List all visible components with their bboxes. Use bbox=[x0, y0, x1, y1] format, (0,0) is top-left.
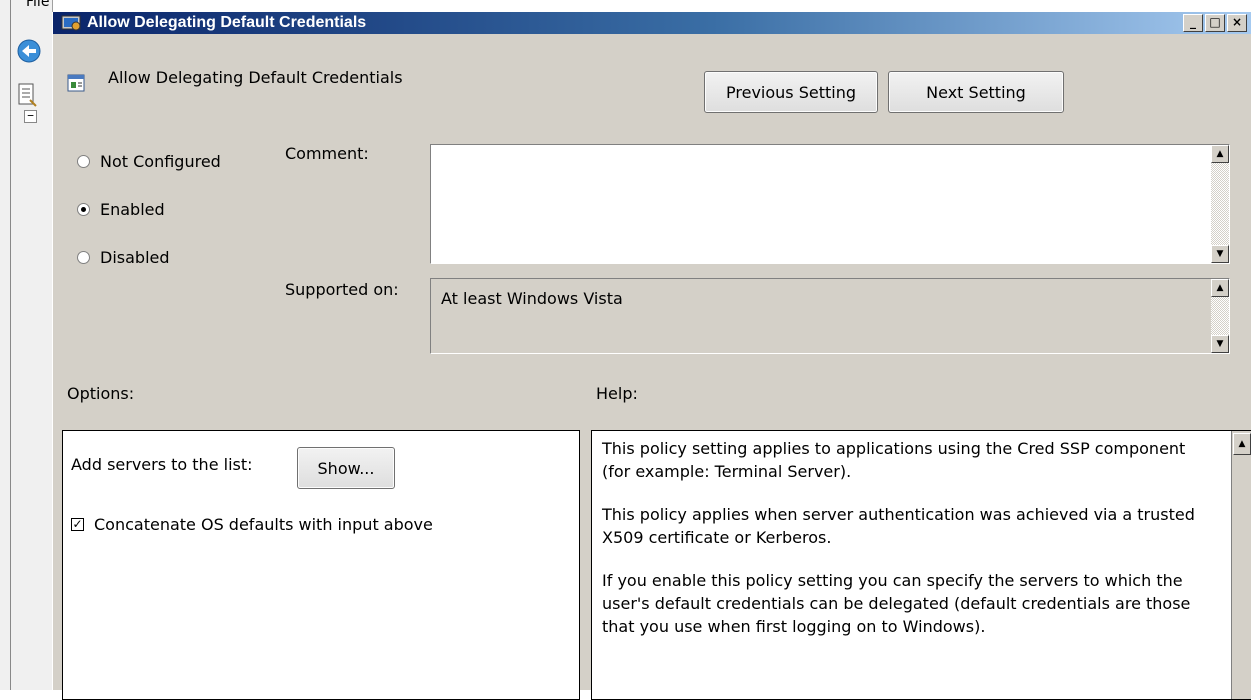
minimize-button[interactable]: _ bbox=[1183, 14, 1203, 32]
file-menu[interactable]: File bbox=[26, 0, 49, 10]
help-panel: This policy setting applies to applicati… bbox=[591, 430, 1251, 700]
help-paragraph: If you enable this policy setting you ca… bbox=[602, 571, 1191, 636]
policy-page-icon bbox=[18, 83, 37, 107]
options-panel: Add servers to the list: Show... ✓ Conca… bbox=[62, 430, 580, 700]
radio-not-configured-indicator[interactable] bbox=[77, 155, 90, 168]
tree-collapse-icon[interactable]: − bbox=[24, 110, 37, 123]
help-text: This policy setting applies to applicati… bbox=[602, 437, 1200, 658]
radio-disabled-label: Disabled bbox=[100, 248, 170, 267]
supported-on-value: At least Windows Vista bbox=[441, 289, 623, 308]
help-paragraph: This policy setting applies to applicati… bbox=[602, 439, 1186, 481]
concatenate-checkbox[interactable]: ✓ bbox=[71, 518, 84, 531]
options-label: Options: bbox=[67, 384, 135, 403]
radio-enabled-indicator[interactable] bbox=[77, 203, 90, 216]
concatenate-checkbox-row[interactable]: ✓ Concatenate OS defaults with input abo… bbox=[71, 515, 433, 534]
comment-scroll-down[interactable]: ▼ bbox=[1211, 245, 1229, 263]
help-label: Help: bbox=[596, 384, 638, 403]
show-servers-button[interactable]: Show... bbox=[297, 447, 395, 489]
radio-not-configured-label: Not Configured bbox=[100, 152, 221, 171]
supported-on-label: Supported on: bbox=[285, 280, 399, 299]
help-scroll-up[interactable]: ▲ bbox=[1233, 433, 1251, 455]
supported-on-box: At least Windows Vista ▲ ▼ bbox=[430, 278, 1230, 354]
supported-scrollbar[interactable]: ▲ ▼ bbox=[1211, 279, 1229, 353]
setting-icon bbox=[67, 74, 85, 92]
concatenate-label: Concatenate OS defaults with input above bbox=[94, 515, 433, 534]
add-servers-label: Add servers to the list: bbox=[71, 455, 253, 474]
radio-enabled[interactable]: Enabled bbox=[77, 200, 165, 219]
comment-label: Comment: bbox=[285, 144, 369, 163]
policy-setting-dialog: Allow Delegating Default Credentials _ □… bbox=[52, 12, 1251, 700]
background-app-pane: File − bbox=[0, 0, 53, 690]
radio-disabled[interactable]: Disabled bbox=[77, 248, 170, 267]
help-scrollbar[interactable]: ▲ bbox=[1231, 431, 1251, 699]
close-button[interactable]: × bbox=[1227, 14, 1247, 32]
radio-not-configured[interactable]: Not Configured bbox=[77, 152, 221, 171]
background-divider bbox=[10, 0, 11, 690]
radio-disabled-indicator[interactable] bbox=[77, 251, 90, 264]
back-arrow-icon[interactable] bbox=[14, 38, 44, 64]
help-paragraph: This policy applies when server authenti… bbox=[602, 505, 1195, 547]
comment-scroll-up[interactable]: ▲ bbox=[1211, 145, 1229, 163]
supported-scroll-down[interactable]: ▼ bbox=[1211, 335, 1229, 353]
next-setting-button[interactable]: Next Setting bbox=[888, 71, 1064, 113]
radio-enabled-label: Enabled bbox=[100, 200, 165, 219]
previous-setting-button[interactable]: Previous Setting bbox=[704, 71, 878, 113]
comment-textarea[interactable]: ▲ ▼ bbox=[430, 144, 1230, 264]
title-bar[interactable]: Allow Delegating Default Credentials _ □… bbox=[53, 12, 1251, 34]
setting-name: Allow Delegating Default Credentials bbox=[108, 68, 403, 87]
supported-scroll-up[interactable]: ▲ bbox=[1211, 279, 1229, 297]
comment-scrollbar[interactable]: ▲ ▼ bbox=[1211, 145, 1229, 263]
window-title: Allow Delegating Default Credentials bbox=[87, 14, 367, 31]
policy-window-icon bbox=[61, 15, 81, 31]
maximize-button[interactable]: □ bbox=[1205, 14, 1225, 32]
